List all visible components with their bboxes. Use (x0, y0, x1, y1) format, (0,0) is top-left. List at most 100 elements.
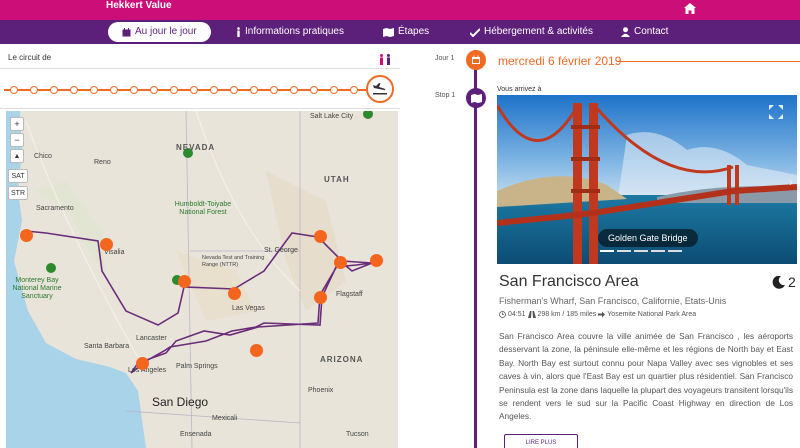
nights-count: 2 (772, 274, 796, 290)
zoom-in-button[interactable]: + (10, 117, 24, 131)
carousel-indicator[interactable] (668, 250, 682, 252)
moon-icon (772, 275, 785, 289)
timeline-day-dot[interactable] (350, 86, 358, 94)
map-stop-marker[interactable] (370, 254, 383, 267)
stop-label: Stop 1 (435, 92, 456, 99)
info-icon (237, 27, 240, 37)
main-nav: Au jour le jour Informations pratiques É… (0, 20, 800, 44)
timeline-day-dot[interactable] (210, 86, 218, 94)
map-label-humboldt: Humboldt-Toiyabe National Forest (174, 201, 232, 216)
arrive-label: Vous arrivez à (497, 86, 542, 93)
street-button[interactable]: STR (8, 186, 28, 200)
carousel-indicator[interactable] (600, 250, 614, 252)
photo-caption: Golden Gate Bridge (598, 229, 698, 247)
plane-landing-icon[interactable] (366, 75, 394, 103)
map-label-phoenix: Phoenix (308, 387, 334, 394)
timeline-day-dot[interactable] (70, 86, 78, 94)
satellite-button[interactable]: SAT (8, 169, 28, 183)
calendar-icon (466, 50, 486, 70)
timeline-day-dot[interactable] (50, 86, 58, 94)
stop-description: San Francisco Area couvre la ville animé… (499, 331, 793, 422)
stop-address: Fisherman's Wharf, San Francisco, Califo… (499, 296, 727, 306)
stop-title: San Francisco Area (499, 273, 639, 290)
map-label-st-george: St. George (264, 247, 298, 254)
road-icon (527, 311, 536, 318)
tab-label: Au jour le jour (135, 26, 197, 37)
tab-label: Contact (634, 26, 669, 37)
tab-label: Hébergement & activités (484, 26, 593, 37)
map-label-ensenada: Ensenada (180, 431, 212, 438)
map-stop-marker[interactable] (20, 229, 33, 242)
tab-etapes[interactable]: Étapes (383, 20, 429, 44)
map-label-reno: Reno (94, 159, 111, 166)
map-icon (383, 27, 394, 37)
timeline-day-dot[interactable] (310, 86, 318, 94)
timeline-day-dot[interactable] (290, 86, 298, 94)
divider (0, 68, 400, 69)
carousel-indicator[interactable] (634, 250, 648, 252)
divider (0, 108, 400, 109)
tab-informations-pratiques[interactable]: Informations pratiques (236, 20, 344, 44)
map-stop-marker[interactable] (334, 256, 347, 269)
map-label-arizona: ARIZONA (320, 355, 364, 364)
map-label-santa-barbara: Santa Barbara (84, 343, 130, 350)
timeline-day-dot[interactable] (270, 86, 278, 94)
timeline-day-dot[interactable] (170, 86, 178, 94)
timeline-day-dot[interactable] (10, 86, 18, 94)
arrow-right-icon (598, 311, 606, 318)
next-photo-icon[interactable]: › (789, 175, 793, 189)
map-stop-marker[interactable] (100, 238, 113, 251)
date-underline (618, 61, 800, 62)
map-stop-marker[interactable] (250, 344, 263, 357)
tab-hebergement-activites[interactable]: Hébergement & activités (470, 20, 593, 44)
timeline-day-dot[interactable] (90, 86, 98, 94)
day-timeline (0, 72, 400, 106)
map-icon (466, 88, 486, 108)
timeline-day-dot[interactable] (250, 86, 258, 94)
tab-contact[interactable]: Contact (621, 20, 668, 44)
tab-label: Informations pratiques (245, 26, 344, 37)
map-stop-marker[interactable] (228, 287, 241, 300)
map-label-salt-lake: Salt Lake City (310, 113, 354, 120)
read-more-button[interactable]: LIRE PLUS (504, 434, 578, 448)
carousel-indicator[interactable] (651, 250, 665, 252)
tab-label: Étapes (398, 26, 430, 37)
day-date: mercredi 6 février 2019 (498, 54, 622, 68)
day-label: Jour 1 (435, 55, 455, 62)
map-stop-marker[interactable] (178, 275, 191, 288)
expand-icon[interactable] (769, 105, 783, 119)
map-label-san-diego: San Diego (152, 395, 209, 409)
clock-icon (499, 311, 506, 318)
user-icon (621, 27, 630, 37)
circuit-label: Le circuit de (8, 53, 52, 62)
timeline-day-dot[interactable] (190, 86, 198, 94)
map-label-monterey: Monterey Bay National Marine Sanctuary (12, 277, 62, 300)
timeline-day-dot[interactable] (330, 86, 338, 94)
home-icon[interactable] (684, 1, 696, 19)
map-label-chico: Chico (34, 153, 52, 160)
timeline-day-dot[interactable] (230, 86, 238, 94)
timeline-day-dot[interactable] (130, 86, 138, 94)
map-stop-marker[interactable] (314, 230, 327, 243)
map-label-nttr: Nevada Test and Training Range (NTTR) (202, 255, 265, 268)
north-button[interactable]: ▲ (10, 149, 24, 163)
tab-au-jour-le-jour[interactable]: Au jour le jour (108, 22, 211, 42)
timeline-day-dot[interactable] (150, 86, 158, 94)
map-label-sacramento: Sacramento (36, 205, 74, 212)
meta-destination: Yosemite National Park Area (607, 311, 697, 318)
timeline-day-dot[interactable] (30, 86, 38, 94)
map-label-las-vegas: Las Vegas (232, 305, 265, 312)
map-stop-marker[interactable] (314, 291, 327, 304)
circuit-header: Le circuit de (0, 44, 400, 68)
map-stop-marker[interactable] (136, 357, 149, 370)
timeline-day-dot[interactable] (110, 86, 118, 94)
map-label-palm-springs: Palm Springs (176, 363, 218, 370)
route-map[interactable]: + − ▲ SAT STR NEVADA UTAH ARIZONA Salt L… (6, 111, 398, 448)
map-label-flagstaff: Flagstaff (336, 291, 363, 298)
zoom-out-button[interactable]: − (10, 133, 24, 147)
meta-time: 04:51 (508, 311, 526, 318)
map-label-mexicali: Mexicali (212, 415, 238, 422)
carousel-indicator[interactable] (617, 250, 631, 252)
map-label-lancaster: Lancaster (136, 335, 167, 342)
map-label-nevada: NEVADA (176, 143, 216, 152)
